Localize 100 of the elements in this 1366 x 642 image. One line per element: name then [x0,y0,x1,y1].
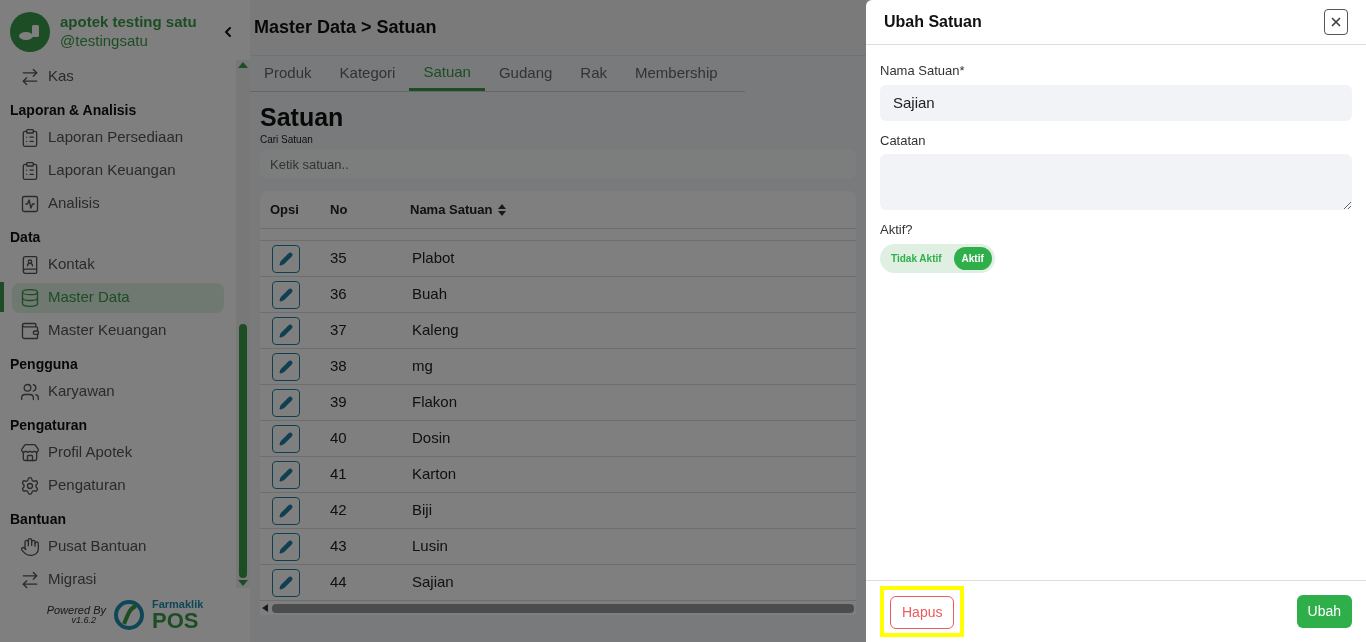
edit-button[interactable] [272,316,300,345]
close-button[interactable] [1324,9,1348,35]
tab[interactable]: Rak [566,56,622,91]
pencil-icon [279,575,293,590]
arrows-icon [20,569,40,590]
pencil-icon [279,251,293,266]
field-label: Aktif? [880,221,914,239]
hand-icon [20,536,40,557]
column-header: Opsi [269,200,300,219]
section-title: Pengguna [9,355,79,374]
table-cell-text: 38 [329,356,348,377]
edit-button[interactable] [272,424,300,453]
table-cell-text: mg [411,356,433,377]
pencil-icon [279,467,293,482]
table-cell-text: 39 [329,392,348,413]
clipboard-icon [20,160,40,181]
sidebar-item[interactable]: Kas [12,61,224,92]
table-cell-text: Flakon [411,392,458,413]
edit-button[interactable] [272,280,300,309]
pulse-icon [20,193,40,214]
edit-button[interactable] [272,388,300,417]
table-cell-text: 42 [329,500,348,521]
tab[interactable]: Kategori [325,56,410,91]
section-title: Pengaturan [9,416,88,435]
sidebar-item[interactable]: Migrasi [12,564,224,595]
table-cell-text: 36 [329,284,348,305]
powered-by-text: Powered By [46,605,106,616]
settings-icon [20,475,40,496]
horizontal-scrollbar[interactable] [260,601,856,615]
scroll-down-icon[interactable] [238,580,248,586]
table-cell-text: Lusin [411,536,448,557]
sidebar-item[interactable]: Profil Apotek [12,437,224,468]
note-field[interactable] [880,154,1352,210]
edit-button[interactable] [272,568,300,597]
pencil-icon [279,539,293,554]
name-field[interactable]: Sajian [880,84,1352,121]
table-cell-text: Dosin [411,428,451,449]
pencil-icon [279,359,293,374]
edit-button[interactable] [272,460,300,489]
table-cell-text: 44 [329,572,348,593]
pencil-icon [279,395,293,410]
column-header[interactable]: Nama Satuan [400,199,507,220]
brand-name: apotek testing satu [60,13,197,32]
users-icon [20,381,40,402]
pencil-icon [279,287,293,302]
table-cell-text: 37 [329,320,348,341]
column-header: No [329,200,349,219]
store-icon [20,442,40,463]
section-title: Bantuan [9,510,67,529]
sidebar-item[interactable]: Pengaturan [12,470,224,501]
submit-button[interactable]: Ubah [1296,595,1352,628]
tab[interactable]: Produk [250,56,326,91]
version-text: v1.6.2 [71,616,96,625]
sidebar-item[interactable]: Karyawan [12,376,224,407]
table-cell-text: Plabot [411,248,455,269]
delete-button[interactable]: Hapus [890,596,955,629]
sidebar-item[interactable]: Laporan Keuangan [12,155,224,186]
edit-button[interactable] [272,532,300,561]
sidebar-item[interactable]: Laporan Persediaan [12,122,224,153]
table-cell-text: Kaleng [411,320,459,341]
pencil-icon [279,503,293,518]
scroll-up-icon[interactable] [238,62,248,68]
database-icon [20,287,40,308]
edit-button[interactable] [272,352,300,381]
scrollbar[interactable] [236,60,250,588]
table-cell-text: Buah [411,284,448,305]
sidebar-item[interactable]: Master Keuangan [12,315,224,346]
table-cell-text: Sajian [411,572,454,593]
pencil-icon [279,323,293,338]
farmaklik-logo-icon [113,600,144,630]
sidebar-item[interactable]: Master Data [12,282,224,313]
active-toggle[interactable]: Tidak Aktif Aktif [880,243,995,273]
clipboard-icon [20,127,40,148]
brand-handle: @testingsatu [60,32,149,51]
tab[interactable]: Gudang [484,56,567,91]
section-title: Laporan & Analisis [9,101,138,120]
scroll-left-icon[interactable] [262,604,268,612]
edit-button[interactable] [272,496,300,525]
contact-book-icon [20,254,40,275]
logo-wordmark: Farmaklik [151,598,204,610]
sort-icon [498,203,507,216]
tab[interactable]: Satuan [409,56,485,91]
tab[interactable]: Membership [621,56,732,91]
close-icon [1329,15,1343,29]
arrows-icon [20,66,40,87]
table-cell-text: 35 [329,248,348,269]
table-cell-text: 41 [329,464,348,485]
sidebar-item[interactable]: Analisis [12,188,224,219]
search-label: Cari Satuan [260,133,314,147]
brand-logo [10,12,50,52]
section-title: Data [9,228,42,247]
field-label: Nama Satuan* [880,62,966,80]
drawer-title: Ubah Satuan [884,12,982,32]
logo-pos: POS [151,609,199,632]
edit-button[interactable] [272,244,300,273]
sidebar-item[interactable]: Kontak [12,249,224,280]
table-cell-text: Karton [411,464,457,485]
section-heading: Satuan [260,102,345,132]
table-cell-text: 40 [329,428,348,449]
sidebar-item[interactable]: Pusat Bantuan [12,531,224,562]
